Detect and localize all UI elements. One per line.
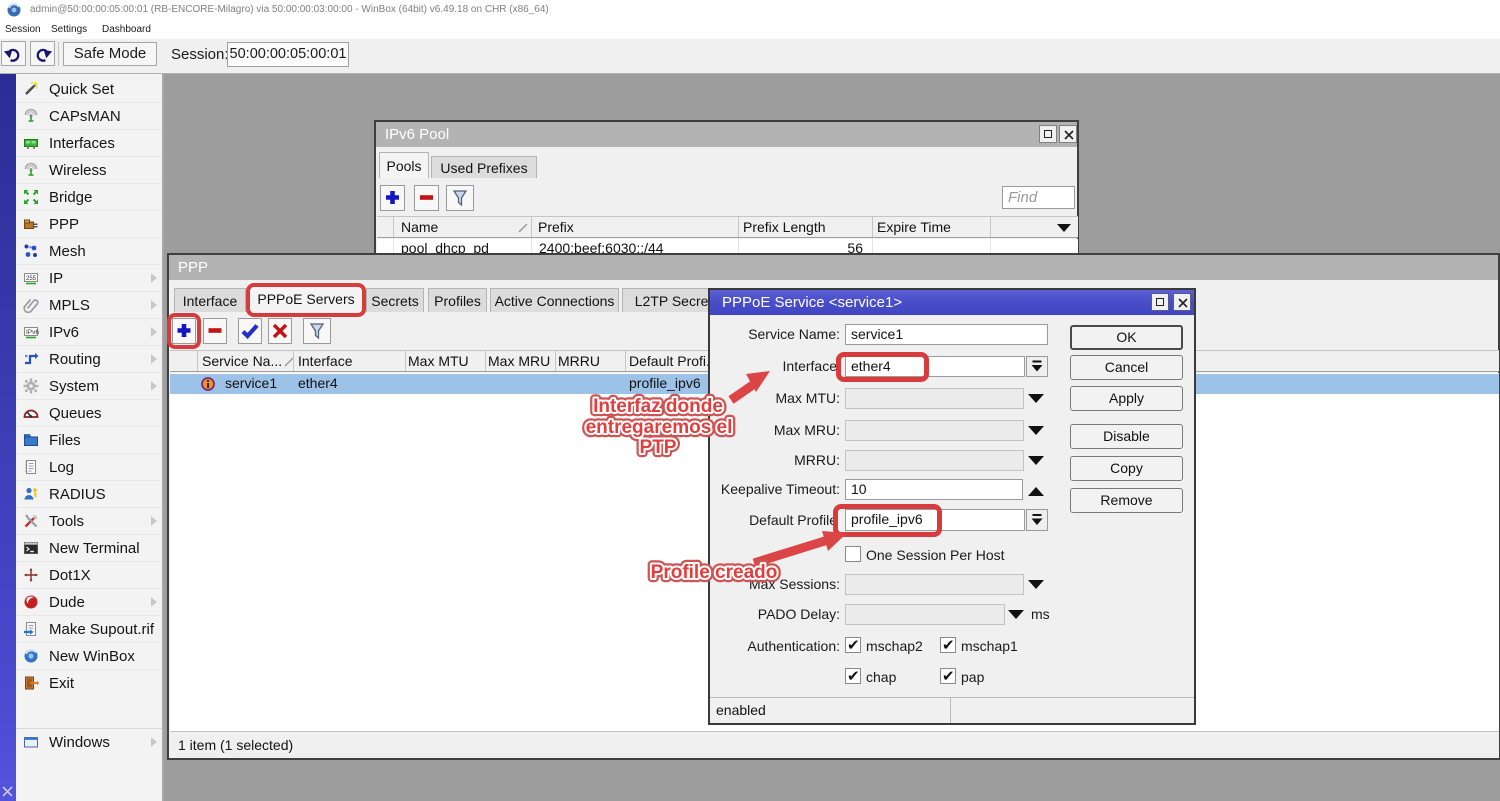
svg-text:IPv6: IPv6 <box>26 329 39 336</box>
svg-text:255: 255 <box>26 276 37 282</box>
